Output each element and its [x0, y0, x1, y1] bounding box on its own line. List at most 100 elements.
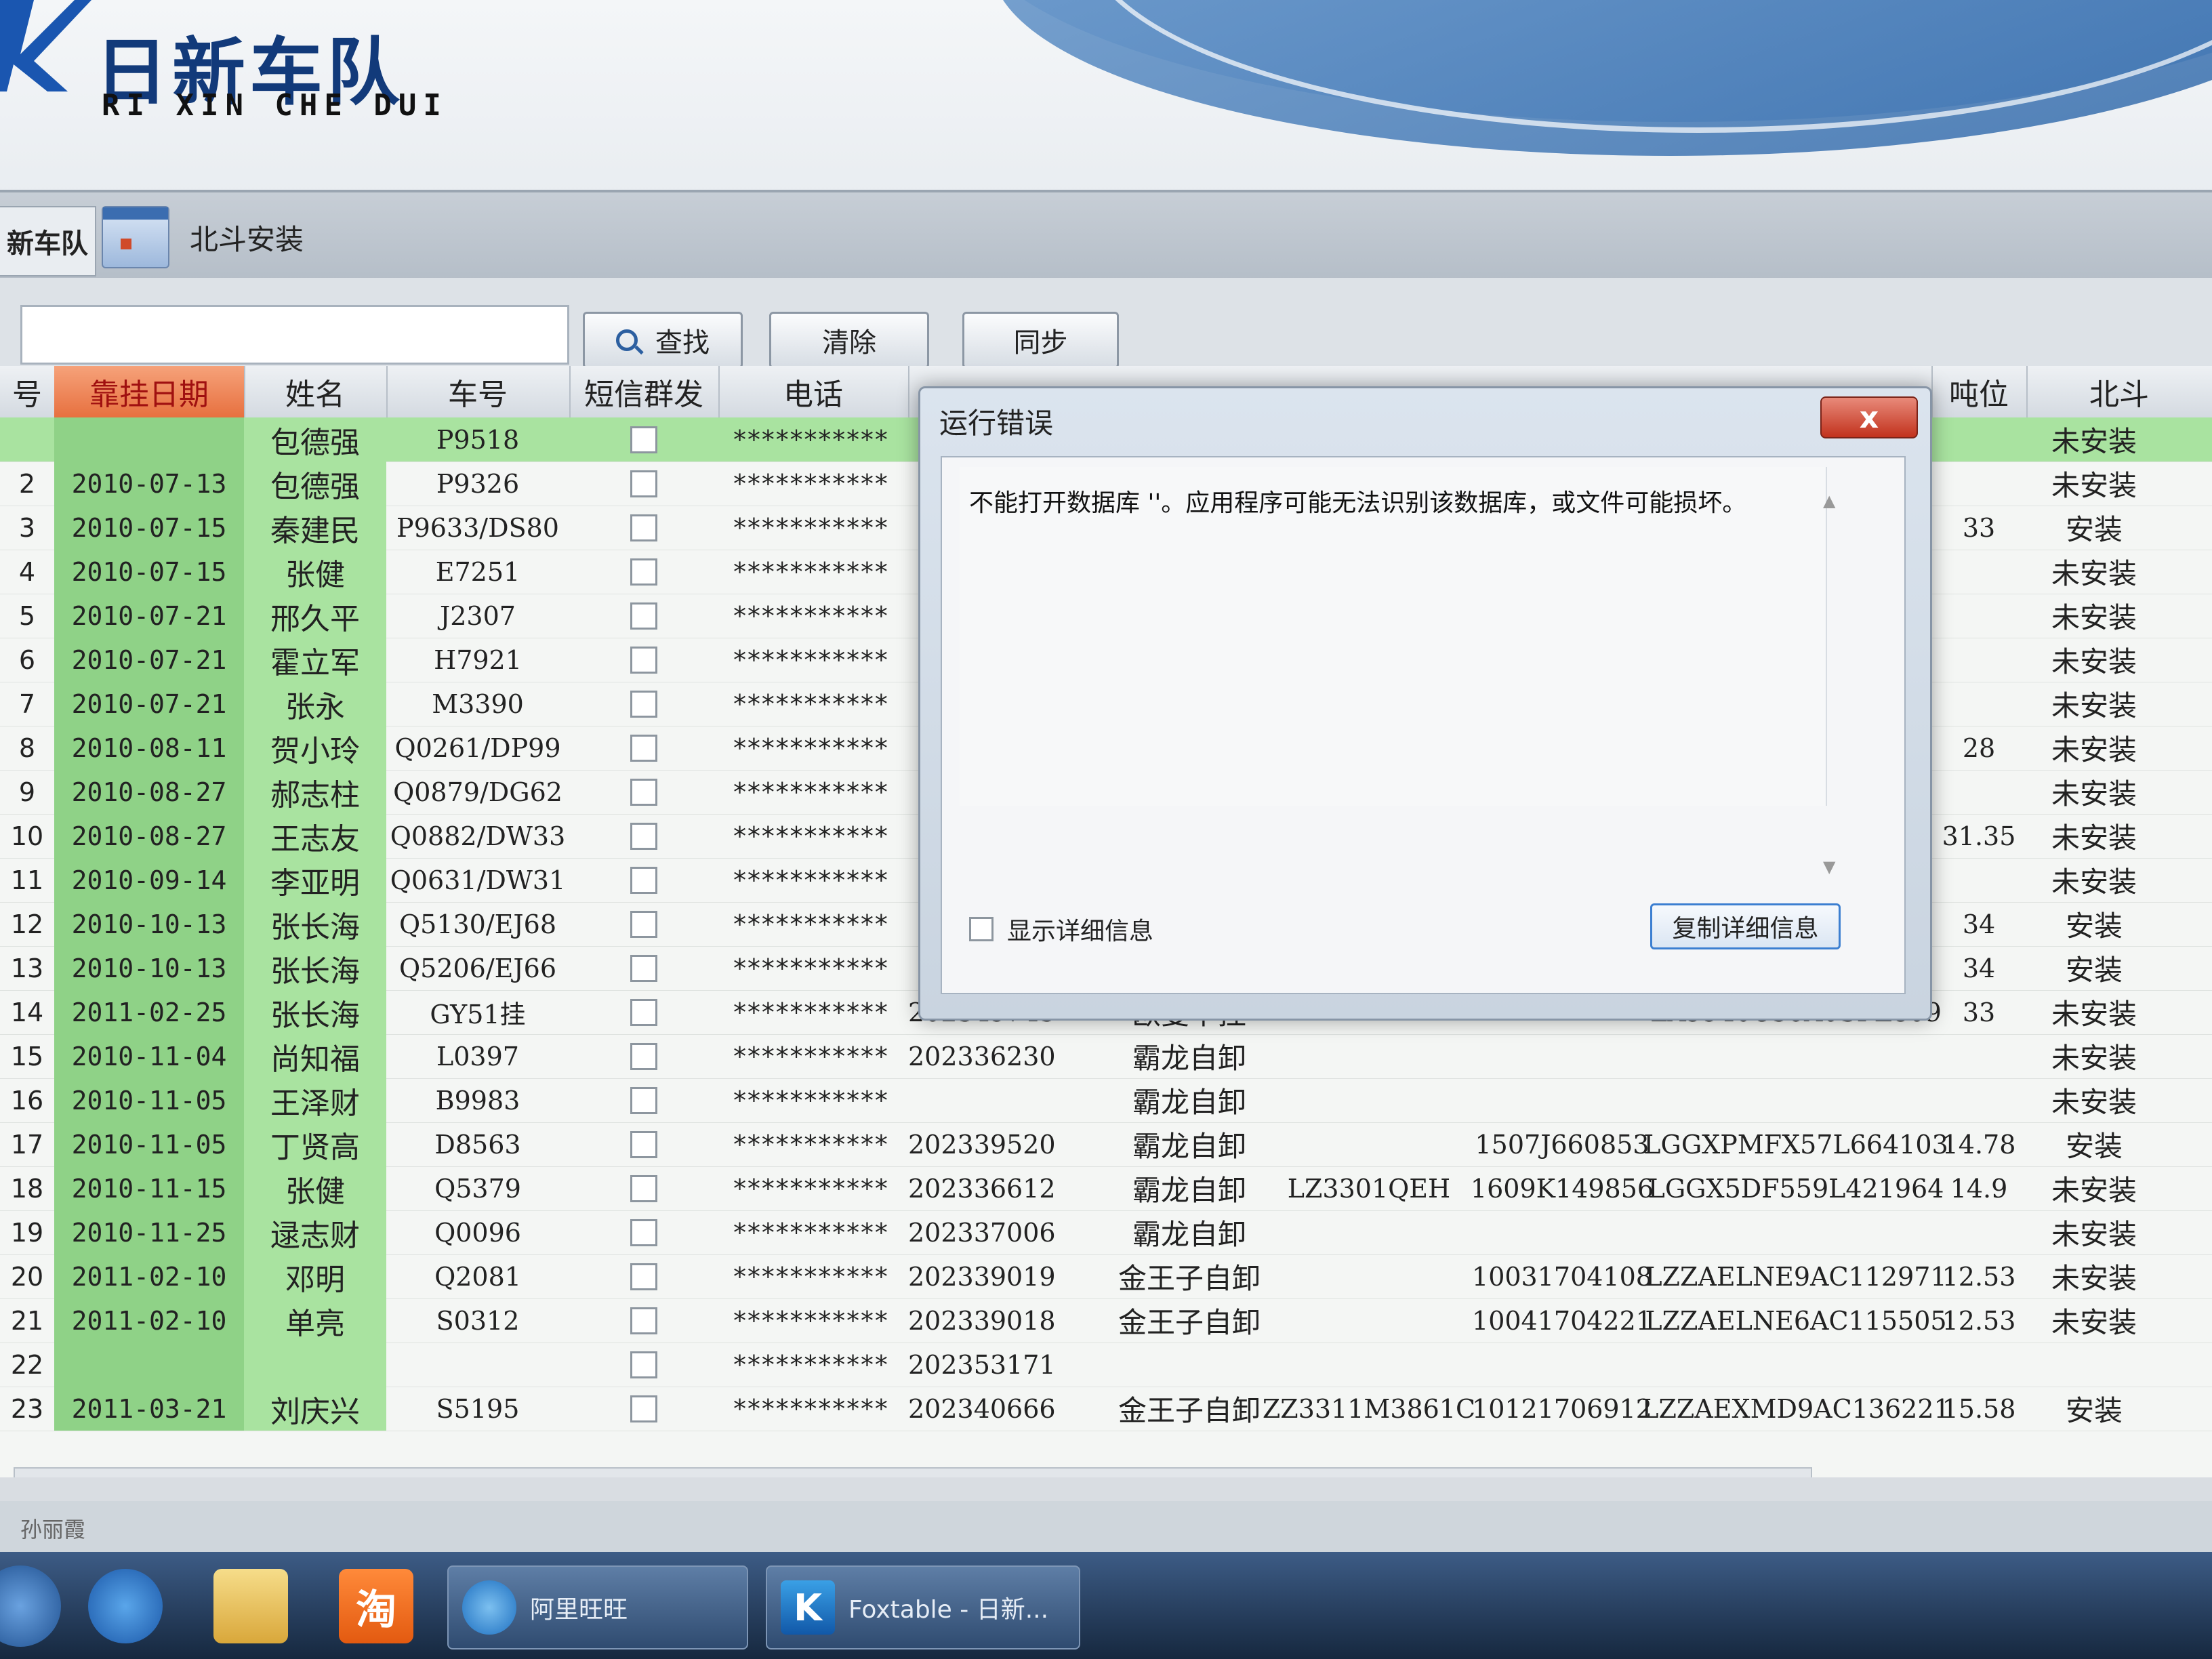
phone-cell[interactable]: ***********	[718, 726, 901, 770]
num-cell[interactable]: 22	[0, 1343, 54, 1387]
bd-cell[interactable]: 未安装	[2026, 1254, 2162, 1298]
tab-beidou-install[interactable]: 北斗安装	[102, 203, 386, 271]
model-cell[interactable]	[1111, 1343, 1267, 1387]
vin-cell[interactable]	[1660, 1078, 1931, 1122]
name-cell[interactable]: 秦建民	[244, 506, 386, 550]
sms-checkbox[interactable]	[630, 734, 657, 762]
bd-cell[interactable]: 未安装	[2026, 417, 2162, 462]
ton-cell[interactable]	[1931, 417, 2026, 462]
bd-cell[interactable]	[2026, 1343, 2162, 1387]
table-row[interactable]: 21 2011-02-10 单亮 S0312 *********** 202339018 金…	[0, 1298, 2212, 1343]
clear-button[interactable]: 清除	[769, 312, 929, 369]
sms-cell[interactable]	[569, 417, 718, 462]
phone-cell[interactable]: ***********	[718, 594, 901, 638]
vin-cell[interactable]	[1660, 1210, 1931, 1254]
phone-cell[interactable]: ***********	[718, 990, 901, 1034]
num-cell[interactable]: 23	[0, 1387, 54, 1431]
sms-cell[interactable]	[569, 726, 718, 770]
table-row[interactable]: 20 2011-02-10 邓明 Q2081 *********** 202339019 金…	[0, 1254, 2212, 1299]
date-cell[interactable]: 2011-02-25	[54, 990, 244, 1034]
bd-cell[interactable]: 未安装	[2026, 682, 2162, 726]
phone-cell[interactable]: ***********	[718, 1387, 901, 1431]
gps-cell[interactable]	[1274, 1343, 1464, 1387]
name-cell[interactable]: 包德强	[244, 417, 386, 462]
card-cell[interactable]: 202339018	[908, 1298, 1078, 1343]
plate-cell[interactable]: Q5206/EJ66	[386, 946, 569, 990]
date-cell[interactable]: 2010-07-21	[54, 594, 244, 638]
plate-cell[interactable]: Q0261/DP99	[386, 726, 569, 770]
phone-cell[interactable]: ***********	[718, 1078, 901, 1122]
phone-cell[interactable]: ***********	[718, 1034, 901, 1078]
column-header-phone[interactable]: 电话	[718, 366, 909, 417]
bd-cell[interactable]: 未安装	[2026, 770, 2162, 814]
num-cell[interactable]: 9	[0, 770, 54, 814]
ton-cell[interactable]: 14.78	[1931, 1122, 2026, 1166]
sms-checkbox[interactable]	[630, 1395, 657, 1422]
engine-cell[interactable]	[1471, 1343, 1654, 1387]
bd-cell[interactable]: 未安装	[2026, 1210, 2162, 1254]
name-cell[interactable]: 单亮	[244, 1298, 386, 1343]
sms-cell[interactable]	[569, 990, 718, 1034]
plate-cell[interactable]: Q0096	[386, 1210, 569, 1254]
vin-cell[interactable]	[1660, 1343, 1931, 1387]
date-cell[interactable]	[54, 417, 244, 462]
plate-cell[interactable]: S5195	[386, 1387, 569, 1431]
num-cell[interactable]: 17	[0, 1122, 54, 1166]
taskbar-app-wangwang[interactable]: 阿里旺旺	[447, 1565, 748, 1650]
plate-cell[interactable]: J2307	[386, 594, 569, 638]
ton-cell[interactable]: 28	[1931, 726, 2026, 770]
ton-cell[interactable]: 15.58	[1931, 1387, 2026, 1431]
model-cell[interactable]: 霸龙自卸	[1111, 1210, 1267, 1254]
name-cell[interactable]: 贺小玲	[244, 726, 386, 770]
show-detail-checkbox[interactable]	[969, 917, 994, 941]
ton-cell[interactable]	[1931, 682, 2026, 726]
phone-cell[interactable]: ***********	[718, 462, 901, 506]
name-cell[interactable]	[244, 1343, 386, 1387]
sms-checkbox[interactable]	[630, 1218, 657, 1246]
table-row[interactable]: 17 2010-11-05 丁贤高 D8563 *********** 202339520…	[0, 1122, 2212, 1167]
ton-cell[interactable]: 34	[1931, 902, 2026, 946]
gps-cell[interactable]: ZZ3311M3861C	[1263, 1387, 1475, 1431]
date-cell[interactable]: 2011-02-10	[54, 1298, 244, 1343]
sms-checkbox[interactable]	[630, 910, 657, 938]
column-header-ton[interactable]: 吨位	[1931, 366, 2028, 417]
phone-cell[interactable]: ***********	[718, 682, 901, 726]
bd-cell[interactable]: 安装	[2026, 506, 2162, 550]
num-cell[interactable]: 11	[0, 858, 54, 902]
ton-cell[interactable]: 31.35	[1931, 814, 2026, 858]
num-cell[interactable]: 14	[0, 990, 54, 1034]
sms-cell[interactable]	[569, 814, 718, 858]
plate-cell[interactable]: Q5130/EJ68	[386, 902, 569, 946]
date-cell[interactable]: 2011-03-21	[54, 1387, 244, 1431]
sms-checkbox[interactable]	[630, 470, 657, 497]
date-cell[interactable]: 2010-11-25	[54, 1210, 244, 1254]
gps-cell[interactable]	[1274, 1298, 1464, 1343]
plate-cell[interactable]: P9518	[386, 417, 569, 462]
folder-icon[interactable]	[213, 1569, 288, 1643]
plate-cell[interactable]: B9983	[386, 1078, 569, 1122]
date-cell[interactable]: 2010-10-13	[54, 946, 244, 990]
name-cell[interactable]: 张长海	[244, 946, 386, 990]
ton-cell[interactable]: 12.53	[1931, 1298, 2026, 1343]
ton-cell[interactable]: 33	[1931, 990, 2026, 1034]
sms-cell[interactable]	[569, 506, 718, 550]
phone-cell[interactable]: ***********	[718, 506, 901, 550]
plate-cell[interactable]	[386, 1343, 569, 1387]
table-row[interactable]: 23 2011-03-21 刘庆兴 S5195 *********** 202340666…	[0, 1387, 2212, 1431]
model-cell[interactable]: 霸龙自卸	[1111, 1034, 1267, 1078]
phone-cell[interactable]: ***********	[718, 1122, 901, 1166]
date-cell[interactable]: 2010-07-21	[54, 682, 244, 726]
sms-cell[interactable]	[569, 946, 718, 990]
ie-icon[interactable]	[88, 1569, 163, 1643]
engine-cell[interactable]: 10031704108	[1471, 1254, 1654, 1298]
column-header-num[interactable]: 号	[0, 366, 56, 417]
gps-cell[interactable]	[1274, 1078, 1464, 1122]
num-cell[interactable]: 15	[0, 1034, 54, 1078]
model-cell[interactable]: 金王子自卸	[1111, 1254, 1267, 1298]
name-cell[interactable]: 刘庆兴	[244, 1387, 386, 1431]
num-cell[interactable]: 5	[0, 594, 54, 638]
num-cell[interactable]: 10	[0, 814, 54, 858]
sms-cell[interactable]	[569, 1387, 718, 1431]
vin-cell[interactable]: LGGXPMFX57L664103	[1643, 1122, 1948, 1166]
engine-cell[interactable]: 10121706912	[1471, 1387, 1654, 1431]
